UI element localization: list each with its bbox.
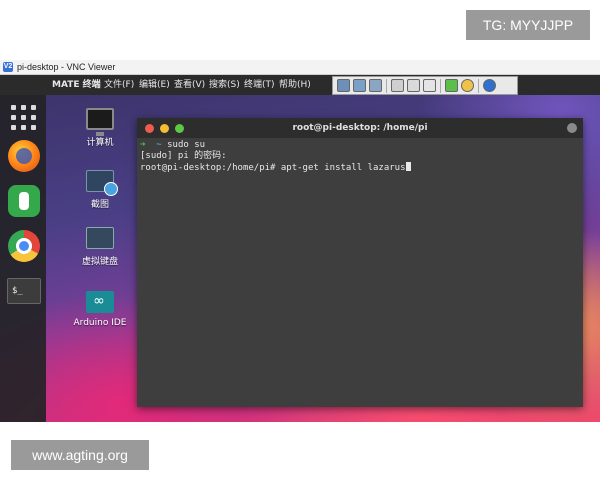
watermark-site: www.agting.org	[11, 440, 149, 470]
chromium-icon[interactable]	[8, 230, 40, 262]
transfer-icon[interactable]	[445, 79, 458, 92]
terminal-title: root@pi-desktop: /home/pi	[292, 123, 428, 133]
terminal-command: root@pi-desktop:/home/pi# apt-get instal…	[140, 163, 406, 173]
remote-desktop: MATE 终端 文件(F) 编辑(E) 查看(V) 搜索(S) 终端(T) 帮助…	[0, 75, 600, 422]
vnc-app-icon: V2	[3, 62, 13, 72]
toolbar-separator	[440, 79, 441, 93]
terminal-titlebar[interactable]: root@pi-desktop: /home/pi	[137, 118, 583, 138]
top-panel: MATE 终端 文件(F) 编辑(E) 查看(V) 搜索(S) 终端(T) 帮助…	[0, 75, 600, 95]
desktop-icon-virtual-keyboard[interactable]: 虚拟键盘	[70, 227, 130, 267]
desktop-icon-arduino[interactable]: Arduino IDE	[70, 291, 130, 328]
connection-info-icon[interactable]	[337, 79, 350, 92]
menu-view[interactable]: 查看(V)	[174, 75, 205, 95]
terminal-line: root@pi-desktop:/home/pi# apt-get instal…	[140, 162, 576, 173]
terminal-output[interactable]: ➜ ~ sudo su [sudo] pi 的密码: root@pi-deskt…	[140, 140, 576, 173]
desktop-icon-label: Arduino IDE	[73, 318, 127, 328]
apps-grid-icon[interactable]	[11, 105, 37, 131]
desktop-icon-screenshot[interactable]: 截图	[70, 170, 130, 210]
menu-file[interactable]: 文件(F)	[104, 75, 134, 95]
watermark-tg: TG: MYYJJPP	[466, 10, 590, 40]
toolbar-separator	[386, 79, 387, 93]
text-cursor	[405, 162, 411, 171]
terminal-icon[interactable]: $_	[7, 278, 41, 304]
about-icon[interactable]	[483, 79, 496, 92]
arduino-icon	[86, 291, 114, 313]
save-icon[interactable]	[353, 79, 366, 92]
vnc-window-title: pi-desktop - VNC Viewer	[17, 62, 116, 72]
terminal-menu-icon[interactable]	[567, 123, 577, 133]
menu-help[interactable]: 帮助(H)	[279, 75, 311, 95]
menu-terminal[interactable]: 终端(T)	[244, 75, 275, 95]
settings-icon[interactable]	[8, 185, 40, 217]
panel-app-name: MATE 终端	[52, 80, 101, 90]
fullscreen-icon[interactable]	[407, 79, 420, 92]
menu-edit[interactable]: 编辑(E)	[139, 75, 170, 95]
screenshot-icon	[86, 170, 118, 196]
send-keys-icon[interactable]	[423, 79, 436, 92]
options-icon[interactable]	[369, 79, 382, 92]
desktop-icon-computer[interactable]: 计算机	[70, 108, 130, 148]
vnc-viewer-window: V2 pi-desktop - VNC Viewer MATE 终端 文件(F)…	[0, 60, 600, 422]
desktop-icon-label: 计算机	[86, 138, 114, 148]
menu-search[interactable]: 搜索(S)	[209, 75, 240, 95]
vnc-toolbar	[332, 76, 518, 95]
desktop-icon-label: 截图	[90, 200, 109, 210]
prompt-arrow-icon: ➜	[140, 140, 146, 150]
chat-icon[interactable]	[461, 79, 474, 92]
tools-icon[interactable]	[391, 79, 404, 92]
terminal-line: ➜ ~ sudo su	[140, 140, 576, 151]
terminal-command: sudo su	[161, 140, 206, 150]
terminal-line: [sudo] pi 的密码:	[140, 151, 227, 161]
dock: $_	[0, 95, 46, 422]
firefox-icon[interactable]	[8, 140, 40, 172]
virtual-keyboard-icon	[86, 227, 114, 249]
desktop-icon-label: 虚拟键盘	[81, 257, 118, 267]
toolbar-separator	[478, 79, 479, 93]
computer-icon	[86, 108, 114, 136]
vnc-titlebar[interactable]: V2 pi-desktop - VNC Viewer	[0, 60, 600, 75]
terminal-window: root@pi-desktop: /home/pi ➜ ~ sudo su [s…	[137, 118, 583, 407]
